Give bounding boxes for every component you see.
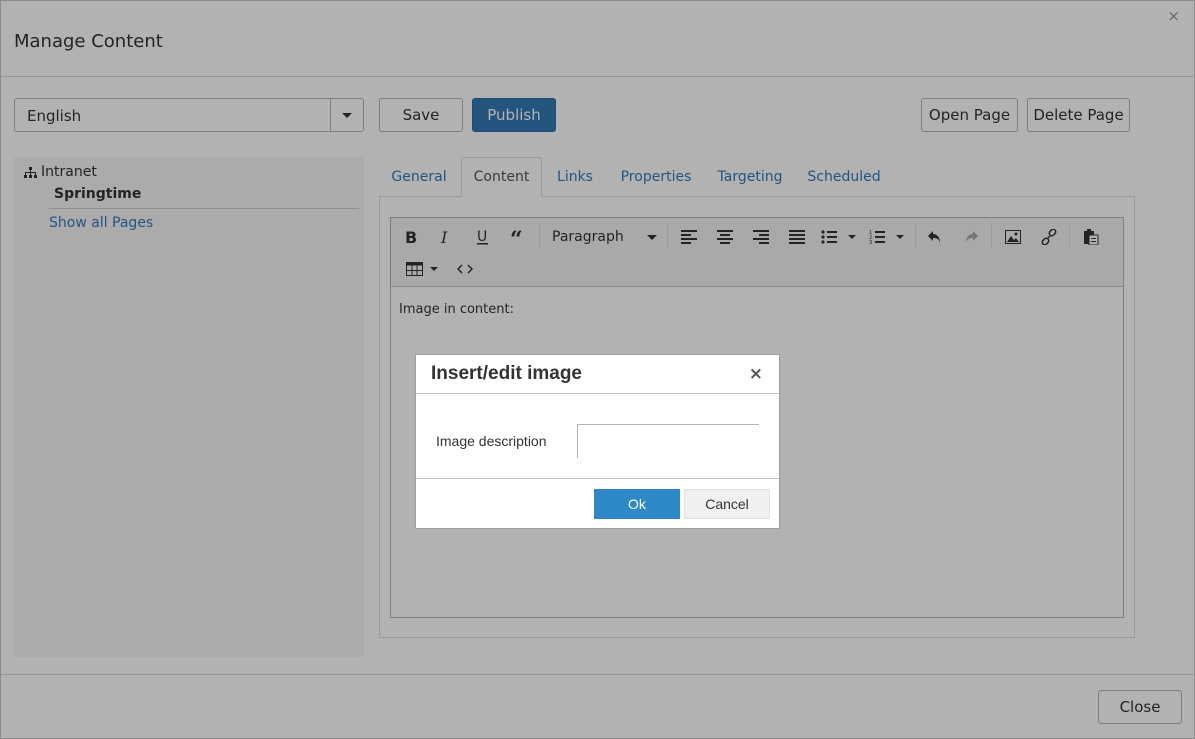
- dialog-close-icon[interactable]: ×: [749, 364, 763, 384]
- dialog-title: Insert/edit image: [431, 363, 582, 384]
- insert-image-dialog: Insert/edit image × Image description Ok…: [415, 354, 780, 529]
- image-description-label: Image description: [436, 433, 547, 449]
- image-description-input[interactable]: [577, 424, 759, 458]
- ok-button[interactable]: Ok: [594, 489, 680, 519]
- dialog-header: Insert/edit image ×: [416, 355, 779, 394]
- cancel-button[interactable]: Cancel: [684, 489, 770, 519]
- dialog-footer: [416, 478, 779, 479]
